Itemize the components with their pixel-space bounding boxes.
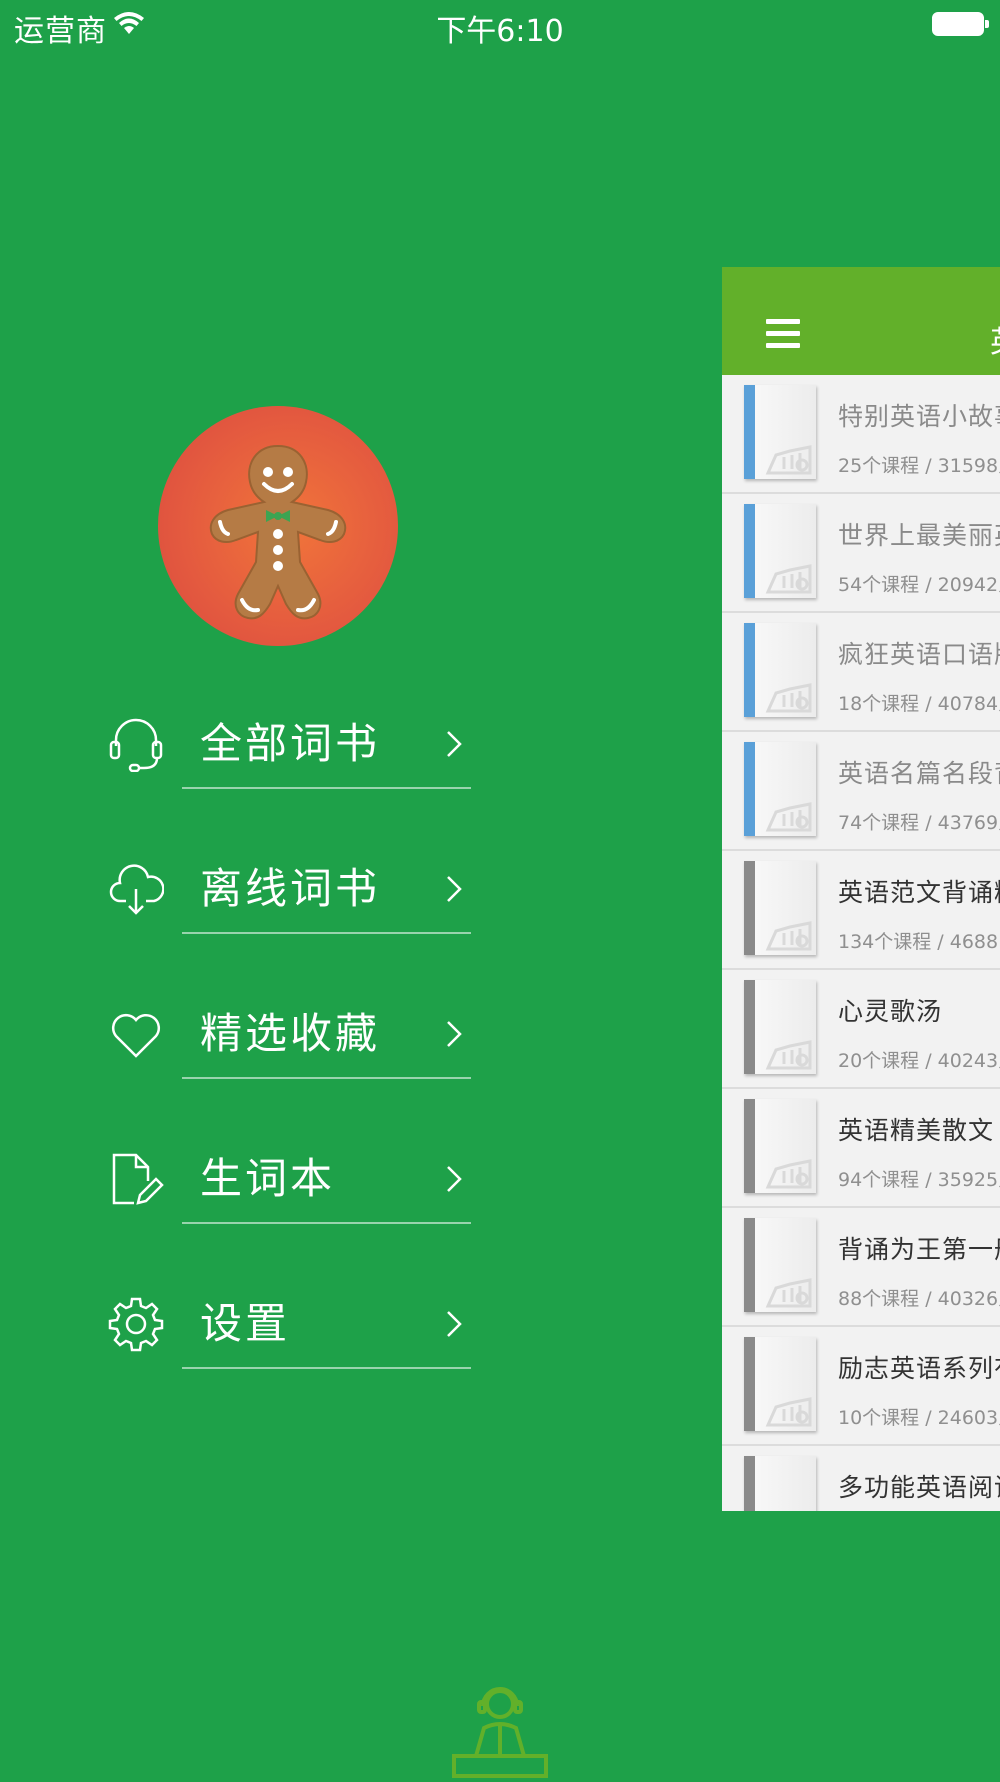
book-meta: 10个课程 / 24603人 bbox=[838, 1407, 1000, 1429]
cloud-download-icon bbox=[108, 861, 165, 917]
book-cover-icon bbox=[744, 1456, 816, 1511]
menu-item-label: 全部词书 bbox=[200, 719, 381, 768]
book-list-item[interactable]: 心灵歌汤 20个课程 / 40243人 bbox=[722, 970, 1000, 1089]
book-cover-icon bbox=[744, 861, 816, 955]
menu-divider bbox=[182, 1077, 471, 1079]
book-title: 英语范文背诵精 bbox=[838, 878, 1000, 907]
book-cover-icon bbox=[744, 623, 816, 717]
book-meta: 18个课程 / 40784人 bbox=[838, 693, 1000, 715]
book-title: 心灵歌汤 bbox=[838, 997, 943, 1026]
heart-icon bbox=[108, 1006, 164, 1062]
headset-icon bbox=[108, 716, 164, 773]
menu-divider bbox=[182, 787, 471, 789]
book-title: 背诵为王第一册 bbox=[838, 1235, 1000, 1264]
book-meta: 94个课程 / 35925人 bbox=[838, 1169, 1000, 1191]
chevron-right-icon bbox=[444, 1016, 464, 1052]
book-meta: 74个课程 / 43769人 bbox=[838, 812, 1000, 834]
gingerbread-man-avatar[interactable] bbox=[158, 406, 398, 646]
edit-document-icon bbox=[108, 1151, 164, 1207]
menu-item-label: 离线词书 bbox=[200, 864, 381, 913]
book-cover-icon bbox=[744, 385, 816, 479]
book-title: 英语精美散文 bbox=[838, 1116, 995, 1145]
book-cover-icon bbox=[744, 504, 816, 598]
hamburger-menu-icon[interactable] bbox=[766, 319, 800, 349]
menu-divider bbox=[182, 1367, 471, 1369]
menu-item-all-wordbooks[interactable]: 全部词书 bbox=[108, 704, 471, 796]
book-cover-icon bbox=[744, 1337, 816, 1431]
menu-item-label: 精选收藏 bbox=[200, 1009, 381, 1058]
chevron-right-icon bbox=[444, 871, 464, 907]
book-title: 励志英语系列有 bbox=[838, 1354, 1000, 1383]
book-title: 多功能英语阅读 bbox=[838, 1473, 1000, 1502]
book-cover-icon bbox=[744, 742, 816, 836]
book-title: 特别英语小故事 bbox=[838, 402, 1000, 431]
book-meta: 25个课程 / 31598人 bbox=[838, 455, 1000, 477]
book-cover-icon bbox=[744, 980, 816, 1074]
book-meta: 134个课程 / 46881 bbox=[838, 931, 1000, 953]
menu-item-favorites[interactable]: 精选收藏 bbox=[108, 994, 471, 1086]
book-title: 英语名篇名段背 bbox=[838, 759, 1000, 788]
book-meta: 20个课程 / 40243人 bbox=[838, 1050, 1000, 1072]
headset-person-icon bbox=[450, 1680, 550, 1778]
menu-divider bbox=[182, 1222, 471, 1224]
nav-header: 英 bbox=[722, 267, 1000, 375]
menu-item-vocabulary-notebook[interactable]: 生词本 bbox=[108, 1139, 471, 1231]
book-cover-icon bbox=[744, 1218, 816, 1312]
book-title: 世界上最美丽英 bbox=[838, 521, 1000, 550]
book-list-item[interactable]: 世界上最美丽英 54个课程 / 20942人 bbox=[722, 494, 1000, 613]
book-title: 疯狂英语口语版 bbox=[838, 640, 1000, 669]
book-list-item[interactable]: 多功能英语阅读 bbox=[722, 1446, 1000, 1511]
menu-divider bbox=[182, 932, 471, 934]
menu-item-settings[interactable]: 设置 bbox=[108, 1284, 471, 1376]
book-list-item[interactable]: 背诵为王第一册 88个课程 / 40326人 bbox=[722, 1208, 1000, 1327]
battery-icon bbox=[932, 12, 989, 36]
book-list-item[interactable]: 英语精美散文 94个课程 / 35925人 bbox=[722, 1089, 1000, 1208]
menu-item-label: 设置 bbox=[200, 1299, 291, 1348]
menu-item-offline-wordbooks[interactable]: 离线词书 bbox=[108, 849, 471, 941]
book-cover-icon bbox=[744, 1099, 816, 1193]
header-title: 英 bbox=[990, 317, 1000, 361]
menu-item-label: 生词本 bbox=[200, 1154, 336, 1203]
book-list-item[interactable]: 英语范文背诵精 134个课程 / 46881 bbox=[722, 851, 1000, 970]
book-list-item[interactable]: 英语名篇名段背 74个课程 / 43769人 bbox=[722, 732, 1000, 851]
book-list-item[interactable]: 特别英语小故事 25个课程 / 31598人 bbox=[722, 375, 1000, 494]
main-content-panel[interactable]: 英 特别英语小故事 25个课程 / 31598人世界上最美丽英 54个课程 / 20… bbox=[722, 267, 1000, 1511]
book-list-item[interactable]: 疯狂英语口语版 18个课程 / 40784人 bbox=[722, 613, 1000, 732]
chevron-right-icon bbox=[444, 1161, 464, 1197]
book-meta: 88个课程 / 40326人 bbox=[838, 1288, 1000, 1310]
chevron-right-icon bbox=[444, 726, 464, 762]
status-bar: 运营商 下午6:10 bbox=[0, 0, 1000, 50]
book-meta: 54个课程 / 20942人 bbox=[838, 574, 1000, 596]
gear-icon bbox=[108, 1296, 164, 1352]
book-list-item[interactable]: 励志英语系列有 10个课程 / 24603人 bbox=[722, 1327, 1000, 1446]
chevron-right-icon bbox=[444, 1306, 464, 1342]
status-time: 下午6:10 bbox=[436, 14, 564, 49]
